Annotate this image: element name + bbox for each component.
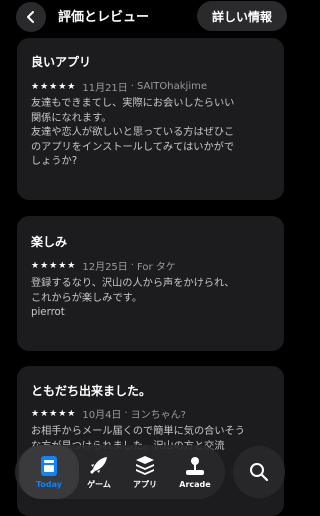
meta-separator: · — [130, 260, 134, 271]
review-body-line: 関係になれます。 — [31, 112, 112, 124]
layers-icon — [136, 456, 154, 475]
review-body-line: お相手からメール届くので簡単に気の合いそう — [31, 426, 245, 437]
review-card[interactable]: 楽しみ ★★★★★ 12月25日 · For タケ 登録するなり、沢山の人から声… — [17, 216, 284, 351]
review-author: ヨンちゃん? — [130, 410, 186, 421]
star-rating: ★★★★★ — [31, 408, 77, 419]
review-body-line: しょうか? — [31, 156, 78, 167]
nav-header: 評価とレビュー 詳しい情報 — [0, 0, 300, 32]
today-icon — [41, 456, 57, 476]
star-rating: ★★★★★ — [31, 81, 77, 92]
review-meta: ★★★★★ 11月21日 · SAITOhakjime — [31, 79, 207, 94]
review-body-line: 友達もできまてし、実際にお会いしたらいい — [31, 98, 235, 109]
tab-label: Today — [36, 480, 62, 489]
review-title: ともだち出来ました。 — [31, 384, 152, 398]
review-body-line: 登録するなり、沢山の人から声をかけられ、 — [31, 278, 235, 289]
review-body-line: これからが楽しみです。 — [31, 292, 143, 304]
tab-today[interactable]: Today — [19, 445, 79, 499]
review-date: 12月25日 — [82, 262, 128, 273]
tab-label: ゲーム — [87, 480, 111, 489]
search-button[interactable] — [233, 446, 285, 498]
review-author: SAITOhakjime — [136, 81, 207, 92]
joystick-icon — [186, 457, 204, 475]
review-date: 10月4日 — [82, 410, 122, 421]
review-meta: ★★★★★ 10月4日 · ヨンちゃん? — [31, 406, 186, 421]
review-body: 友達もできまてし、実際にお会いしたらいい 関係になれます。 友達や恋人が欲しいと… — [31, 97, 276, 170]
chevron-left-icon — [27, 11, 34, 23]
review-card[interactable]: 良いアプリ ★★★★★ 11月21日 · SAITOhakjime 友達もできま… — [17, 38, 284, 200]
tab-bar: Today ゲーム アプリ Arcade — [15, 445, 225, 499]
page-title: 評価とレビュー — [58, 10, 150, 25]
details-button[interactable]: 詳しい情報 — [197, 1, 287, 31]
tab-games[interactable]: ゲーム — [79, 445, 119, 499]
review-date: 11月21日 — [82, 83, 128, 94]
review-body-line: 友達や恋人が欲しいと思っている方はぜひこ — [31, 127, 235, 138]
review-title: 楽しみ — [31, 235, 68, 249]
star-rating: ★★★★★ — [31, 260, 77, 271]
meta-separator: · — [124, 408, 128, 419]
review-meta: ★★★★★ 12月25日 · For タケ — [31, 258, 176, 273]
rocket-icon — [90, 457, 107, 474]
tab-arcade[interactable]: Arcade — [173, 445, 217, 499]
back-button[interactable] — [16, 2, 46, 32]
tab-label: Arcade — [179, 480, 211, 489]
review-body-line: pierrot — [31, 307, 65, 318]
review-title: 良いアプリ — [31, 55, 92, 69]
tab-apps[interactable]: アプリ — [125, 445, 165, 499]
search-icon — [250, 463, 269, 482]
review-body-line: のアプリをインストールしてみてはいかがで — [31, 141, 235, 153]
review-author: For タケ — [136, 262, 176, 273]
review-body: 登録するなり、沢山の人から声をかけられ、 これからが楽しみです。 pierrot — [31, 277, 276, 321]
tab-label: アプリ — [133, 480, 157, 489]
meta-separator: · — [130, 81, 134, 92]
